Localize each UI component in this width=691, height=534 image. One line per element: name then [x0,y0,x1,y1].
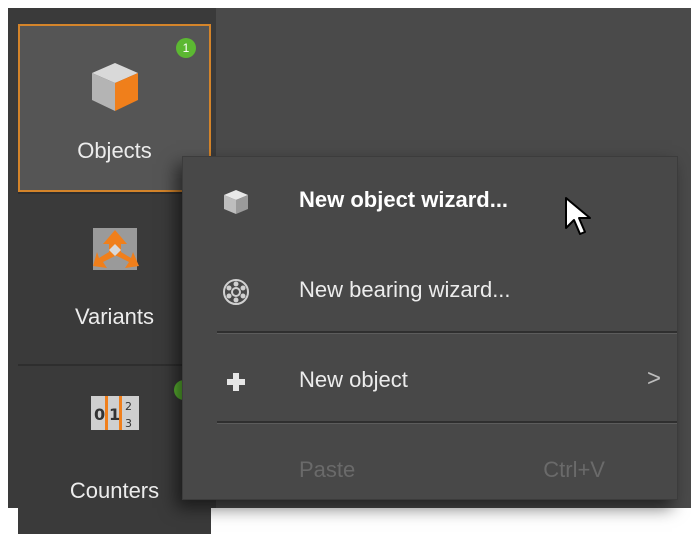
menu-item-label: New object [299,367,408,392]
mouse-cursor-icon [564,196,594,236]
cube-icon [221,187,251,217]
notification-badge: 1 [176,38,196,58]
plus-icon [221,367,251,397]
svg-text:1: 1 [109,405,120,424]
svg-text:2: 2 [125,400,132,413]
menu-separator [217,331,677,334]
context-menu: New object wizard... New bearing wizard.… [182,156,678,500]
svg-text:3: 3 [125,417,132,430]
chevron-right-icon: > [646,365,661,392]
svg-text:0: 0 [94,405,105,424]
menu-item-new-object-wizard[interactable]: New object wizard... [183,165,677,237]
cube-icon [20,56,209,116]
shortcut-label: Ctrl+V [543,457,605,482]
menu-item-label: New bearing wizard... [299,277,511,302]
sidebar-item-label: Objects [77,138,152,163]
app-window: Objects 1 Variants 0 1 2 3 Counters New … [8,8,691,534]
menu-separator [217,421,677,424]
menu-item-new-object[interactable]: New object > [183,345,677,417]
bearing-icon [221,277,251,307]
menu-item-label: Paste [299,457,356,482]
menu-item-label: New object wizard... [299,187,509,212]
menu-item-paste: Paste Ctrl+V [183,435,677,507]
menu-item-new-bearing-wizard[interactable]: New bearing wizard... [183,255,677,327]
